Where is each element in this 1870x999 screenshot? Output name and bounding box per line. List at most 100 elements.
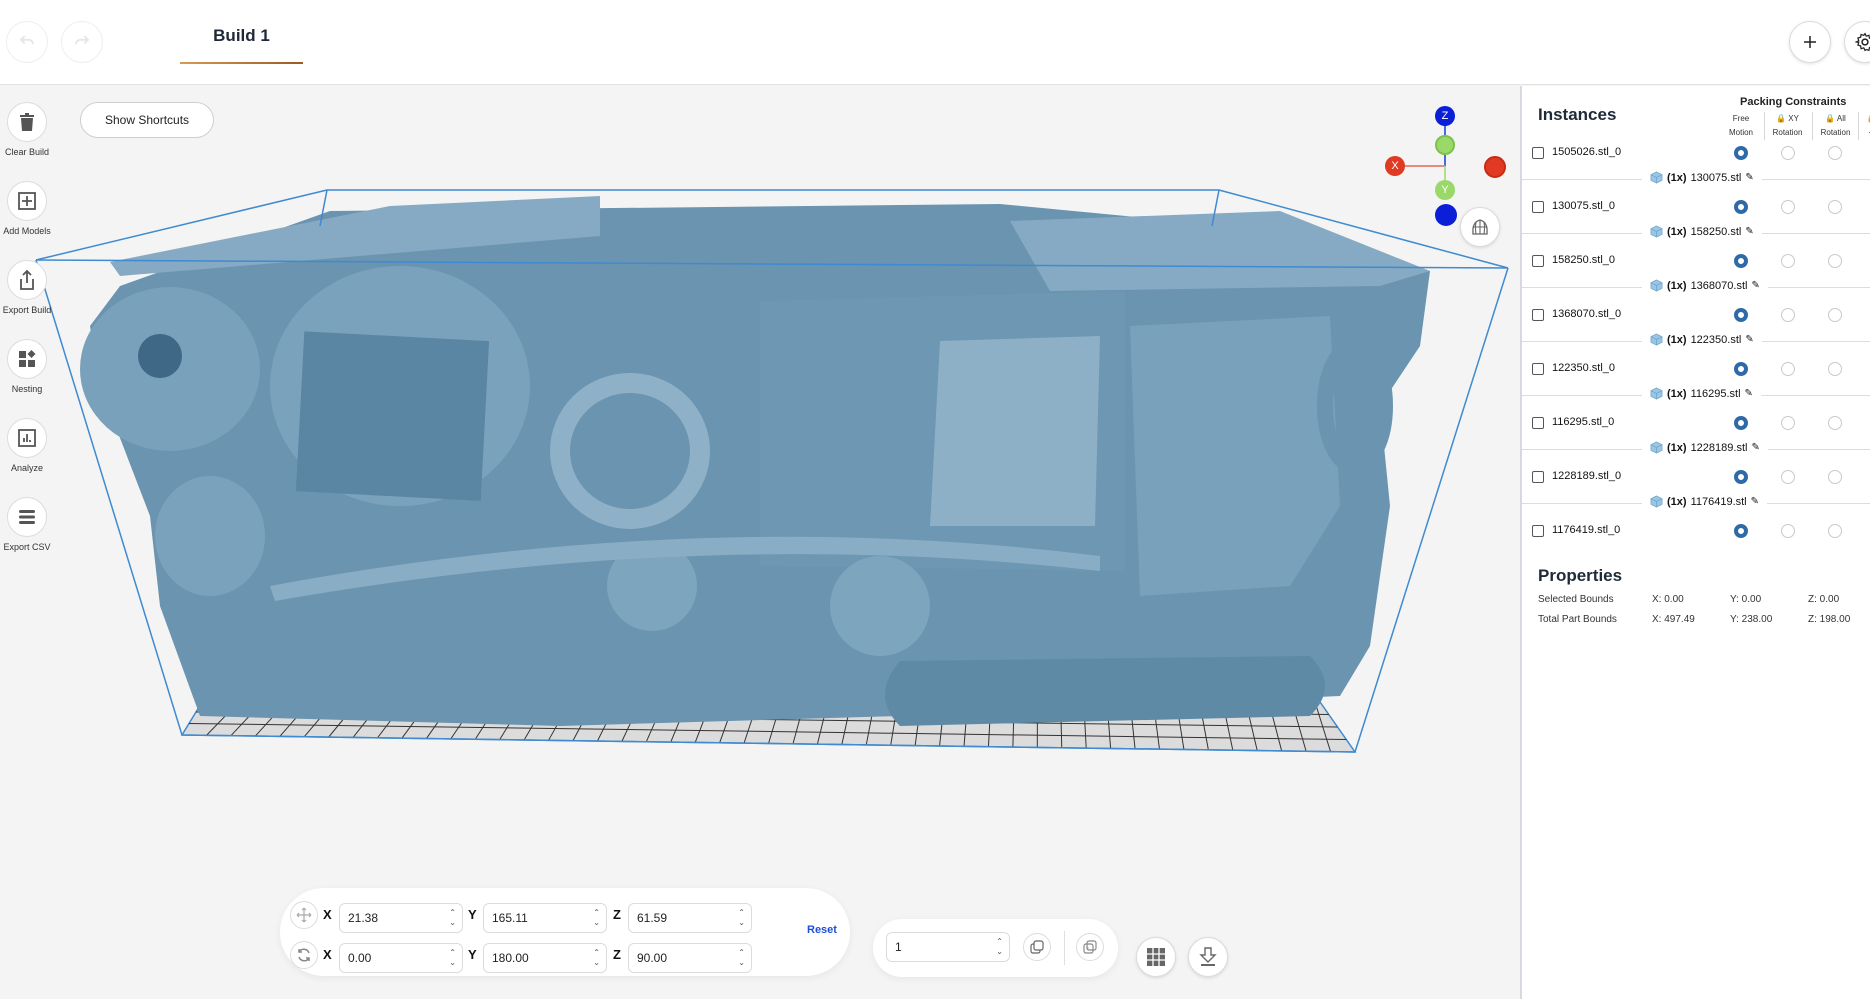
- add-models-button[interactable]: Add Models: [3, 181, 51, 236]
- constraint-radio[interactable]: [1734, 416, 1748, 430]
- model-group-label[interactable]: (1x) 1228189.stl ✎: [1642, 441, 1768, 454]
- view-mode-toggle[interactable]: [1460, 207, 1500, 247]
- constraint-radio[interactable]: [1781, 146, 1795, 160]
- instance-checkbox[interactable]: [1532, 417, 1544, 429]
- stepper-icon[interactable]: ⌃ ⌄: [449, 908, 456, 928]
- selected-bounds-label: Selected Bounds: [1538, 594, 1614, 605]
- rotation-z-value: 90.00: [637, 951, 668, 965]
- constraint-radio[interactable]: [1781, 254, 1795, 268]
- stepper-icon[interactable]: ⌃ ⌄: [996, 937, 1003, 957]
- instance-checkbox[interactable]: [1532, 525, 1544, 537]
- duplicate-button[interactable]: [1023, 933, 1051, 961]
- constraint-radio[interactable]: [1828, 524, 1842, 538]
- position-y-input[interactable]: 165.11 ⌃ ⌄: [483, 903, 607, 933]
- stepper-icon[interactable]: ⌃ ⌄: [738, 948, 745, 968]
- nesting-button[interactable]: Nesting: [4, 339, 50, 394]
- analyze-button[interactable]: Analyze: [4, 418, 50, 473]
- rotate-mode-button[interactable]: [290, 941, 318, 969]
- constraint-radio[interactable]: [1828, 200, 1842, 214]
- gizmo-y-positive[interactable]: Y: [1435, 180, 1455, 200]
- constraint-radio[interactable]: [1734, 254, 1748, 268]
- constraint-radio[interactable]: [1781, 524, 1795, 538]
- pencil-icon[interactable]: ✎: [1745, 226, 1753, 237]
- constraint-radio[interactable]: [1781, 362, 1795, 376]
- export-build-button[interactable]: Export Build: [3, 260, 51, 315]
- grid-toggle-button[interactable]: [1136, 937, 1176, 977]
- constraint-radio[interactable]: [1828, 308, 1842, 322]
- instance-name: 158250.stl_0: [1552, 254, 1615, 266]
- stepper-icon[interactable]: ⌃ ⌄: [593, 908, 600, 928]
- model-group-label[interactable]: (1x) 1176419.stl ✎: [1642, 495, 1768, 508]
- constraint-radio[interactable]: [1781, 200, 1795, 214]
- constraint-radio[interactable]: [1734, 308, 1748, 322]
- instance-checkbox[interactable]: [1532, 309, 1544, 321]
- undo-button[interactable]: [6, 21, 48, 63]
- constraint-radio[interactable]: [1781, 470, 1795, 484]
- instance-checkbox[interactable]: [1532, 363, 1544, 375]
- tab-build-1[interactable]: Build 1: [180, 26, 303, 64]
- copy-count-input[interactable]: 1 ⌃ ⌄: [886, 932, 1010, 962]
- constraint-radio[interactable]: [1734, 362, 1748, 376]
- gizmo-z-negative[interactable]: [1435, 204, 1457, 226]
- duplicate-arrange-button[interactable]: [1076, 933, 1104, 961]
- drop-to-plate-button[interactable]: [1188, 937, 1228, 977]
- model-group-label[interactable]: (1x) 130075.stl ✎: [1642, 171, 1762, 184]
- redo-button[interactable]: [61, 21, 103, 63]
- rotate-icon: [298, 948, 310, 962]
- constraint-radio[interactable]: [1828, 362, 1842, 376]
- model-group-header: (1x) 1228189.stl ✎: [1522, 439, 1870, 459]
- download-icon: [1199, 947, 1217, 966]
- stepper-icon[interactable]: ⌃ ⌄: [738, 908, 745, 928]
- build-scene[interactable]: [0, 86, 1520, 999]
- stepper-icon[interactable]: ⌃ ⌄: [593, 948, 600, 968]
- stepper-icon[interactable]: ⌃ ⌄: [449, 948, 456, 968]
- constraint-radio[interactable]: [1828, 416, 1842, 430]
- axis-gizmo[interactable]: Z X Y: [1380, 104, 1510, 226]
- constraint-radio[interactable]: [1781, 416, 1795, 430]
- settings-button[interactable]: [1844, 21, 1870, 63]
- instance-checkbox[interactable]: [1532, 147, 1544, 159]
- constraint-radio[interactable]: [1734, 470, 1748, 484]
- model-group-label[interactable]: (1x) 158250.stl ✎: [1642, 225, 1762, 238]
- pencil-icon[interactable]: ✎: [1751, 496, 1759, 507]
- constraint-radio[interactable]: [1828, 254, 1842, 268]
- gizmo-y-negative[interactable]: [1435, 135, 1455, 155]
- show-shortcuts-button[interactable]: Show Shortcuts: [80, 102, 215, 138]
- pencil-icon[interactable]: ✎: [1745, 334, 1753, 345]
- reset-transform-button[interactable]: Reset: [807, 924, 837, 936]
- export-csv-button[interactable]: Export CSV: [3, 497, 51, 552]
- move-icon: [296, 907, 312, 923]
- rotation-z-input[interactable]: 90.00 ⌃ ⌄: [628, 943, 752, 973]
- rotation-y-input[interactable]: 180.00 ⌃ ⌄: [483, 943, 607, 973]
- constraint-radio[interactable]: [1828, 470, 1842, 484]
- pencil-icon[interactable]: ✎: [1745, 172, 1753, 183]
- constraint-radio[interactable]: [1734, 146, 1748, 160]
- gizmo-x-positive[interactable]: X: [1385, 156, 1405, 176]
- model-group-label[interactable]: (1x) 1368070.stl ✎: [1642, 279, 1768, 292]
- pencil-icon[interactable]: ✎: [1751, 442, 1759, 453]
- constraint-radio[interactable]: [1781, 308, 1795, 322]
- undo-icon: [19, 35, 34, 45]
- gizmo-x-negative[interactable]: [1484, 156, 1506, 178]
- pencil-icon[interactable]: ✎: [1751, 280, 1759, 291]
- pencil-icon[interactable]: ✎: [1745, 388, 1753, 399]
- gizmo-z-positive[interactable]: Z: [1435, 106, 1455, 126]
- model-group-label[interactable]: (1x) 116295.stl ✎: [1642, 387, 1761, 400]
- rotation-x-input[interactable]: 0.00 ⌃ ⌄: [339, 943, 463, 973]
- lock-icon: 🔒: [1867, 114, 1870, 123]
- instance-checkbox[interactable]: [1532, 201, 1544, 213]
- constraint-radio[interactable]: [1734, 200, 1748, 214]
- instance-checkbox[interactable]: [1532, 255, 1544, 267]
- position-z-input[interactable]: 61.59 ⌃ ⌄: [628, 903, 752, 933]
- 3d-viewport[interactable]: Clear Build Add Models Export Build Nest…: [0, 86, 1520, 999]
- selected-bounds-x: X: 0.00: [1652, 594, 1684, 605]
- constraint-radio[interactable]: [1828, 146, 1842, 160]
- clear-build-button[interactable]: Clear Build: [4, 102, 50, 157]
- add-build-button[interactable]: [1789, 21, 1831, 63]
- position-x-input[interactable]: 21.38 ⌃ ⌄: [339, 903, 463, 933]
- move-mode-button[interactable]: [290, 901, 318, 929]
- model-group-label[interactable]: (1x) 122350.stl ✎: [1642, 333, 1762, 346]
- constraint-radio[interactable]: [1734, 524, 1748, 538]
- column-line1: Free: [1732, 114, 1750, 123]
- instance-checkbox[interactable]: [1532, 471, 1544, 483]
